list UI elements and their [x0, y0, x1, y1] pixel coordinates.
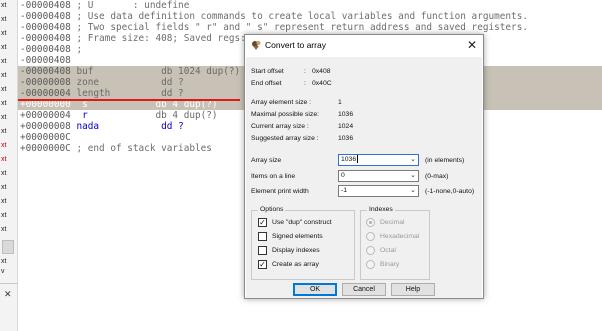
- create-as-array-label: Create as array: [272, 261, 319, 268]
- use-dup-checkbox[interactable]: ✓: [258, 218, 267, 227]
- gutter-label: xt: [1, 44, 7, 51]
- code-line: -00000408 ; Use data definition commands…: [20, 11, 528, 22]
- dialog-titlebar[interactable]: Convert to array ✕: [245, 35, 483, 57]
- close-icon[interactable]: ✕: [4, 289, 12, 300]
- display-indexes-checkbox[interactable]: [258, 246, 267, 255]
- print-width-label: Element print width: [251, 188, 309, 195]
- gutter-label: xt: [1, 198, 7, 205]
- gutter-label: xt: [1, 86, 7, 93]
- items-on-line-combobox[interactable]: 0 ⌄: [338, 170, 419, 182]
- text-caret: [357, 155, 359, 164]
- code-line: -00000408 ; U : undefine: [20, 0, 190, 11]
- gutter-label: v: [1, 268, 5, 275]
- display-indexes-label: Display indexes: [272, 247, 320, 254]
- decimal-label: Decimal: [380, 219, 405, 226]
- dialog-body: Start offset : 0x408 End offset : 0x40C …: [246, 57, 482, 298]
- gutter-label: xt: [1, 156, 7, 163]
- chevron-down-icon[interactable]: ⌄: [410, 186, 416, 196]
- current-size-label: Current array size :: [251, 123, 309, 130]
- octal-label: Octal: [380, 247, 396, 254]
- selection-underline: [18, 99, 240, 101]
- gutter-label: xt: [1, 2, 7, 9]
- suggested-size-value: 1036: [338, 135, 354, 142]
- array-size-hint: (in elements): [425, 157, 465, 164]
- element-size-label: Array element size :: [251, 99, 312, 106]
- gutter-label: xt: [1, 142, 7, 149]
- start-offset-value: 0x408: [312, 68, 331, 75]
- end-offset-value: 0x40C: [312, 80, 332, 87]
- indexes-group-title: Indexes: [367, 206, 395, 213]
- ida-app-icon: [252, 41, 261, 50]
- print-width-combobox[interactable]: -1 ⌄: [338, 185, 419, 197]
- dialog-title: Convert to array: [265, 40, 326, 50]
- gutter-label: xt: [1, 114, 7, 121]
- code-line: -00000408 ; Two special fields " r" and …: [20, 22, 528, 33]
- gutter-scrollbar-thumb[interactable]: [2, 240, 14, 254]
- array-size-label: Array size: [251, 157, 282, 164]
- gutter-label: xt: [1, 128, 7, 135]
- gutter-label: xt: [1, 58, 7, 65]
- octal-radio[interactable]: [366, 246, 375, 255]
- gutter-label: xt: [1, 212, 7, 219]
- chevron-down-icon[interactable]: ⌄: [410, 155, 416, 165]
- gutter-label: xt: [1, 100, 7, 107]
- start-offset-separator: :: [304, 68, 306, 75]
- binary-label: Binary: [380, 261, 400, 268]
- gutter-label: xt: [1, 16, 7, 23]
- ok-button[interactable]: OK: [293, 283, 337, 296]
- hexadecimal-label: Hexadecimal: [380, 233, 420, 240]
- gutter-label: xt: [1, 30, 7, 37]
- items-on-line-label: Items on a line: [251, 173, 296, 180]
- gutter-label: xt: [1, 258, 7, 265]
- decimal-radio[interactable]: [366, 218, 375, 227]
- start-offset-label: Start offset: [251, 68, 284, 75]
- gutter-label: xt: [1, 226, 7, 233]
- create-as-array-checkbox[interactable]: ✓: [258, 260, 267, 269]
- suggested-size-label: Suggested array size :: [251, 135, 319, 142]
- max-size-label: Maximal possible size:: [251, 111, 319, 118]
- print-width-hint: (-1-none,0-auto): [425, 188, 475, 195]
- end-offset-separator: :: [304, 80, 306, 87]
- cancel-button[interactable]: Cancel: [342, 283, 386, 296]
- gutter-label: xt: [1, 72, 7, 79]
- left-panel-strip: xt xt xt xt xt xt xt xt xt xt xt xt xt x…: [0, 0, 18, 331]
- gutter-divider: [0, 283, 18, 284]
- binary-radio[interactable]: [366, 260, 375, 269]
- close-icon[interactable]: ✕: [467, 38, 477, 52]
- element-size-value: 1: [338, 99, 342, 106]
- options-group: Options ✓ Use "dup" construct Signed ele…: [251, 206, 355, 280]
- chevron-down-icon[interactable]: ⌄: [410, 171, 416, 181]
- convert-to-array-dialog: Convert to array ✕ Start offset : 0x408 …: [244, 34, 484, 299]
- use-dup-label: Use "dup" construct: [272, 219, 332, 226]
- help-button[interactable]: Help: [391, 283, 435, 296]
- hexadecimal-radio[interactable]: [366, 232, 375, 241]
- end-offset-label: End offset: [251, 80, 282, 87]
- max-size-value: 1036: [338, 111, 354, 118]
- gutter-label: xt: [1, 170, 7, 177]
- gutter-label: xt: [1, 184, 7, 191]
- items-on-line-hint: (0-max): [425, 173, 449, 180]
- current-size-value: 1024: [338, 123, 354, 130]
- options-group-title: Options: [258, 206, 286, 213]
- array-size-combobox[interactable]: 1036 ⌄: [338, 154, 419, 166]
- indexes-group: Indexes Decimal Hexadecimal Octal Binary: [360, 206, 430, 280]
- signed-elements-checkbox[interactable]: [258, 232, 267, 241]
- signed-elements-label: Signed elements: [272, 233, 323, 240]
